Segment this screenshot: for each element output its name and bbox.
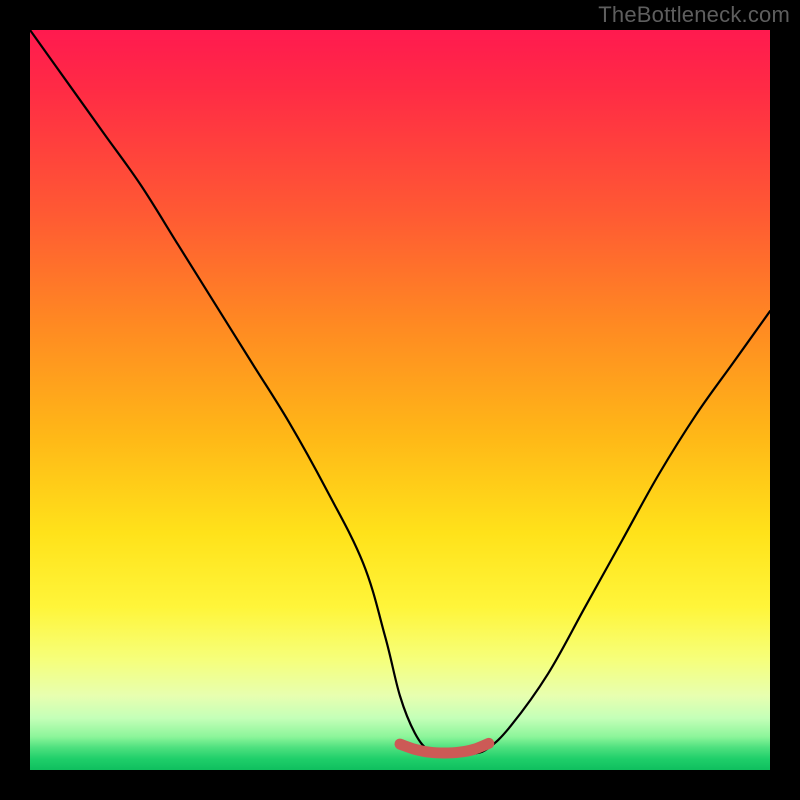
plot-area xyxy=(30,30,770,770)
chart-svg xyxy=(30,30,770,770)
bottleneck-curve-path xyxy=(30,30,770,756)
chart-frame: TheBottleneck.com xyxy=(0,0,800,800)
watermark-text: TheBottleneck.com xyxy=(598,2,790,28)
good-zone-marker-path xyxy=(400,743,489,753)
